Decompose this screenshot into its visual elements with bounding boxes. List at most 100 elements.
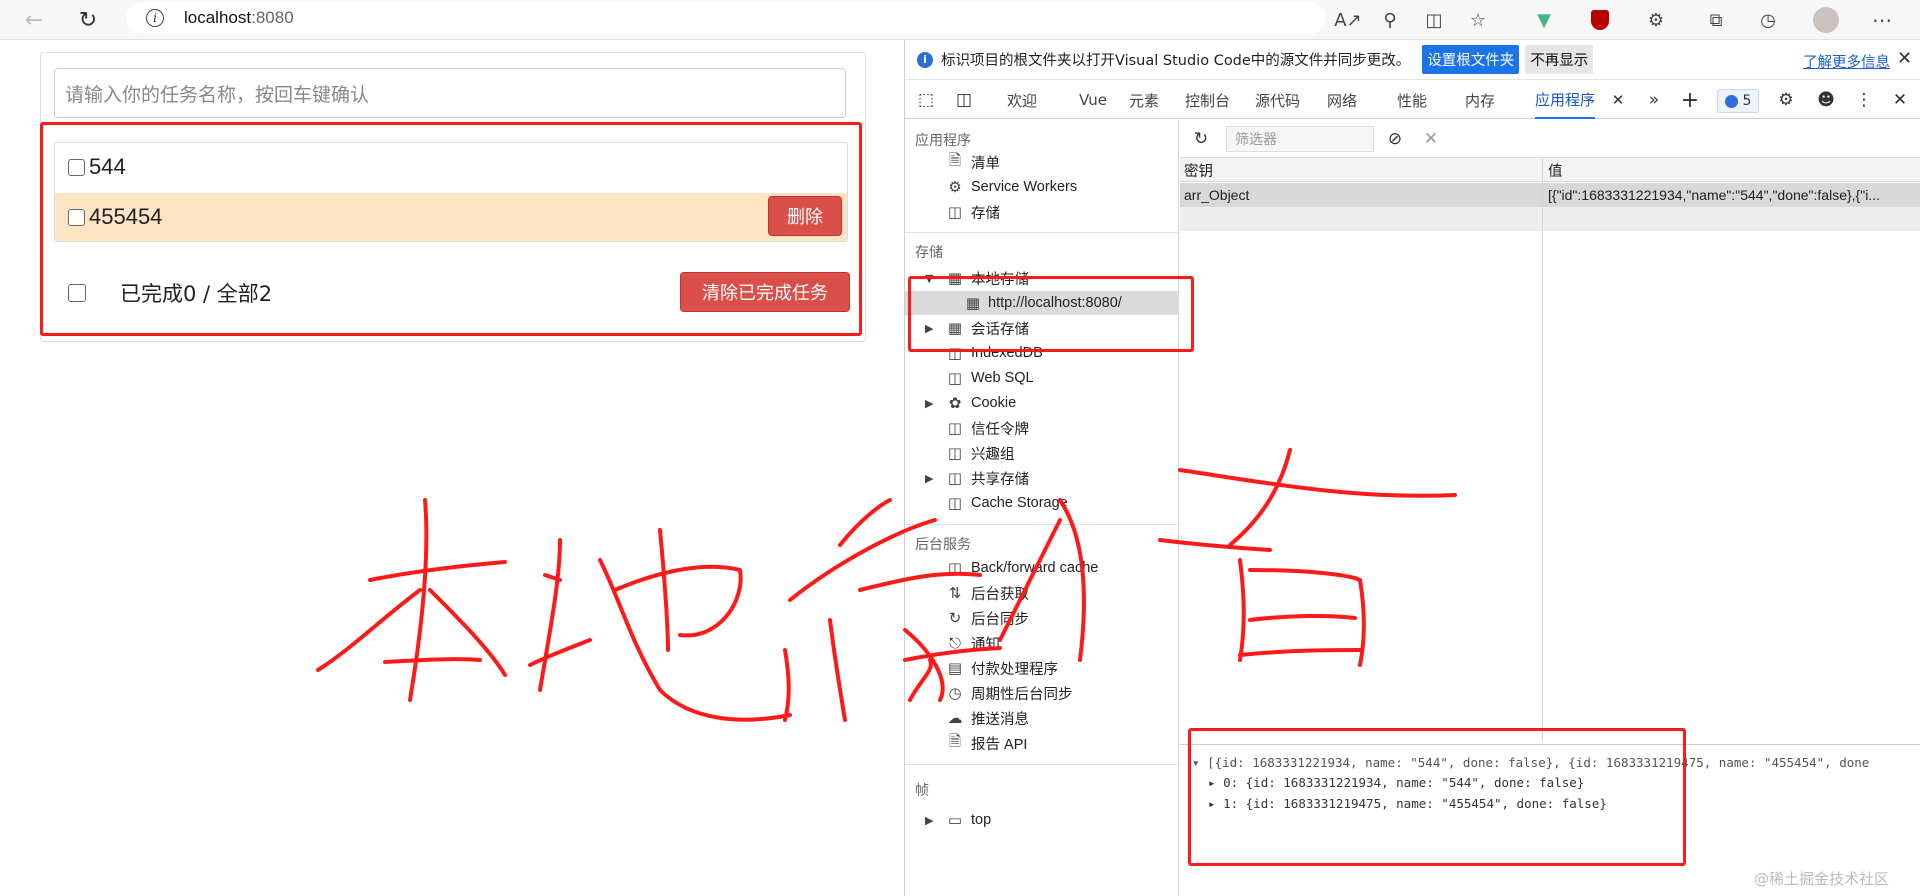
sidebar-item-trust-tokens[interactable]: ◫ 信任令牌 <box>905 416 1179 440</box>
divider <box>905 232 1179 233</box>
document-icon: 🗎 <box>948 731 962 750</box>
collapsed-arrow-icon[interactable]: ▶ <box>925 397 933 410</box>
vue-devtools-icon[interactable]: ▼ <box>1528 4 1560 36</box>
more-options-icon[interactable]: ⋮ <box>1851 87 1877 113</box>
frame-icon: ▭ <box>947 811 963 829</box>
annotation-box-app <box>40 122 862 336</box>
site-info-icon[interactable]: i <box>146 9 164 27</box>
back-arrow-icon[interactable]: ← <box>18 4 50 36</box>
tab-sources[interactable]: 源代码 <box>1255 81 1300 119</box>
up-down-arrows-icon: ⇅ <box>948 584 962 602</box>
clock-icon: ◷ <box>948 684 962 702</box>
sidebar-item-background-fetch[interactable]: ⇅ 后台获取 <box>905 581 1179 605</box>
close-icon[interactable]: ✕ <box>1897 48 1912 69</box>
more-menu-icon[interactable]: ⋯ <box>1866 4 1898 36</box>
tab-welcome[interactable]: 欢迎 <box>1007 81 1037 119</box>
zoom-icon[interactable]: ⚲ <box>1374 4 1406 36</box>
devtools-infobar: i 标识项目的根文件夹以打开Visual Studio Code中的源文件并同步… <box>905 40 1920 80</box>
issues-count: 5 <box>1742 93 1752 109</box>
bell-icon: ⎋ <box>949 634 961 652</box>
cookie-icon: ✿ <box>948 394 962 412</box>
collections-icon[interactable]: ⧉ <box>1700 4 1732 36</box>
annotation-box-preview <box>1188 728 1686 866</box>
sidebar-item-periodic-sync[interactable]: ◷ 周期性后台同步 <box>905 681 1179 705</box>
favorite-star-icon[interactable]: ☆ <box>1462 4 1494 36</box>
issues-badge[interactable]: 5 <box>1717 89 1759 113</box>
url-port: :8080 <box>251 8 294 27</box>
database-icon: ◫ <box>947 419 963 437</box>
tab-memory[interactable]: 内存 <box>1465 81 1495 119</box>
close-tab-icon[interactable]: ✕ <box>1605 87 1631 113</box>
section-title: 帧 <box>915 783 929 799</box>
sidebar-item-push-messaging[interactable]: ☁ 推送消息 <box>905 706 1179 730</box>
section-title: 存储 <box>915 245 943 261</box>
application-sidebar: 应用程序 🗎 清单 ⚙ Service Workers ◫ 存储 存储 ▼ ▦ 本地存储 … <box>905 120 1179 896</box>
sidebar-item-storage[interactable]: ◫ 存储 <box>905 200 1179 224</box>
delete-selected-icon[interactable]: ✕ <box>1418 126 1444 152</box>
sidebar-item-bfcache[interactable]: ◫ Back/forward cache <box>905 556 1179 580</box>
split-screen-icon[interactable]: ◫ <box>1418 4 1450 36</box>
sidebar-item-cookie[interactable]: ▶ ✿ Cookie <box>905 391 1179 415</box>
database-icon: ◫ <box>947 444 963 462</box>
table-header: 密钥 值 <box>1180 158 1920 182</box>
tab-console[interactable]: 控制台 <box>1185 81 1230 119</box>
document-icon: 🗎 <box>948 150 962 169</box>
tab-elements[interactable]: 元素 <box>1129 81 1159 119</box>
column-header-value[interactable]: 值 <box>1544 158 1920 182</box>
section-title: 应用程序 <box>915 133 971 149</box>
watermark: @稀土掘金技术社区 <box>1754 870 1890 888</box>
history-icon[interactable]: ◷ <box>1752 4 1784 36</box>
dont-show-again-button[interactable]: 不再显示 <box>1525 45 1594 74</box>
settings-gear-icon[interactable]: ⚙ <box>1773 87 1799 113</box>
database-icon: ◫ <box>947 469 963 487</box>
refresh-icon[interactable]: ↻ <box>1188 126 1214 152</box>
avatar[interactable] <box>1810 4 1842 36</box>
task-input[interactable]: 请输入你的任务名称，按回车键确认 <box>54 68 846 118</box>
column-header-key[interactable]: 密钥 <box>1180 158 1540 182</box>
sidebar-item-notifications[interactable]: ⎋ 通知 <box>905 631 1179 655</box>
sidebar-item-background-sync[interactable]: ↻ 后台同步 <box>905 606 1179 630</box>
ublock-icon[interactable] <box>1584 4 1616 36</box>
inspect-element-icon[interactable]: ⬚ <box>913 87 939 113</box>
filter-input[interactable]: 筛选器 <box>1226 126 1374 152</box>
annotation-box-local-storage <box>908 276 1194 352</box>
database-icon: ◫ <box>947 559 963 577</box>
issues-icon <box>1724 94 1738 108</box>
section-title: 后台服务 <box>915 537 971 553</box>
sidebar-item-shared-storage[interactable]: ▶ ◫ 共享存储 <box>905 466 1179 490</box>
sidebar-item-websql[interactable]: ◫ Web SQL <box>905 366 1179 390</box>
storage-toolbar: ↻ 筛选器 ⊘ ✕ <box>1180 120 1920 158</box>
divider <box>905 764 1179 765</box>
tab-performance[interactable]: 性能 <box>1397 81 1427 119</box>
database-icon: ◫ <box>947 369 963 387</box>
set-root-folder-button[interactable]: 设置根文件夹 <box>1422 45 1520 74</box>
tab-application[interactable]: 应用程序 <box>1535 81 1596 119</box>
sidebar-item-manifest[interactable]: 🗎 清单 <box>905 150 1179 174</box>
devtools-tabbar: ⬚ ◫ 欢迎 Vue 元素 控制台 源代码 网络 性能 内存 应用程序 ✕ » … <box>905 81 1920 119</box>
tab-network[interactable]: 网络 <box>1327 81 1357 119</box>
collapsed-arrow-icon[interactable]: ▶ <box>925 814 933 827</box>
add-tab-icon[interactable]: + <box>1677 87 1703 113</box>
sidebar-item-payment-handler[interactable]: ▤ 付款处理程序 <box>905 656 1179 680</box>
sidebar-item-cache-storage[interactable]: ◫ Cache Storage <box>905 491 1179 515</box>
sidebar-item-frame-top[interactable]: ▶ ▭ top <box>905 808 1179 832</box>
close-devtools-icon[interactable]: ✕ <box>1887 87 1913 113</box>
sidebar-item-interest-groups[interactable]: ◫ 兴趣组 <box>905 441 1179 465</box>
sidebar-item-service-workers[interactable]: ⚙ Service Workers <box>905 175 1179 199</box>
learn-more-link[interactable]: 了解更多信息 <box>1803 51 1890 72</box>
address-bar[interactable]: i localhost:8080 <box>126 2 1326 34</box>
table-row[interactable]: arr_Object [{"id":1683331221934,"name":"… <box>1180 183 1920 207</box>
browser-toolbar: ← ↻ i localhost:8080 A↗ ⚲ ◫ ☆ ▼ ⚙ ⧉ ◷ ⋯ <box>0 0 1920 40</box>
device-toolbar-icon[interactable]: ◫ <box>951 87 977 113</box>
table-row-empty[interactable] <box>1180 207 1920 231</box>
sidebar-item-reporting-api[interactable]: 🗎 报告 API <box>905 731 1179 755</box>
collapsed-arrow-icon[interactable]: ▶ <box>925 472 933 485</box>
tab-vue[interactable]: Vue <box>1079 81 1107 119</box>
read-aloud-icon[interactable]: A↗ <box>1332 4 1364 36</box>
extensions-icon[interactable]: ⚙ <box>1640 4 1672 36</box>
feedback-icon[interactable]: ☻ <box>1813 87 1839 113</box>
more-tabs-icon[interactable]: » <box>1641 87 1667 113</box>
reload-icon[interactable]: ↻ <box>72 4 104 36</box>
clear-all-icon[interactable]: ⊘ <box>1382 126 1408 152</box>
storage-table: 密钥 值 arr_Object [{"id":1683331221934,"na… <box>1180 158 1920 742</box>
